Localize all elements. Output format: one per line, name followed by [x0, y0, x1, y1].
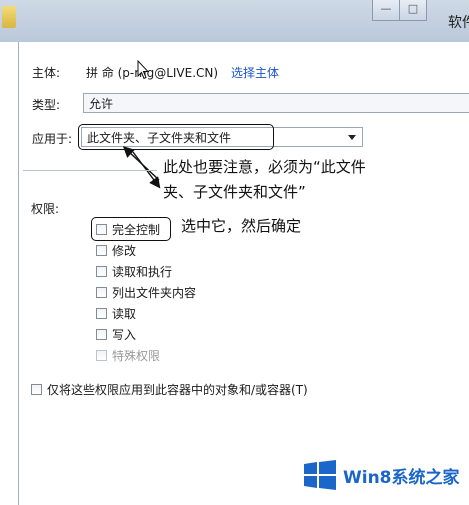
permission-label: 特殊权限 — [112, 348, 161, 363]
permissions-label: 权限: — [31, 202, 60, 216]
permission-special: 特殊权限 — [96, 346, 160, 364]
windows-logo-icon — [304, 460, 336, 490]
permission-read-execute[interactable]: 读取和执行 — [96, 262, 172, 280]
checkbox-icon[interactable] — [96, 328, 107, 340]
permission-label: 写入 — [112, 327, 137, 342]
applies-to-label: 应用于: — [32, 132, 73, 146]
maximize-button[interactable]: □ — [399, 0, 427, 21]
checkbox-icon[interactable] — [96, 307, 107, 319]
permission-label: 读取和执行 — [112, 264, 173, 279]
permission-list-folder[interactable]: 列出文件夹内容 — [96, 283, 196, 301]
checkbox-icon[interactable] — [96, 286, 107, 298]
checkbox-icon[interactable] — [31, 383, 42, 395]
principal-label: 主体: — [32, 66, 61, 80]
permission-read[interactable]: 读取 — [96, 304, 136, 322]
title-bar: — □ 软件 — [0, 0, 469, 42]
type-label: 类型: — [32, 98, 61, 112]
mouse-cursor-icon — [137, 60, 149, 80]
permission-write[interactable]: 写入 — [96, 325, 136, 343]
permission-modify[interactable]: 修改 — [96, 241, 136, 259]
section-divider — [23, 170, 157, 171]
window-title: 软件 — [448, 15, 469, 31]
full-control-highlight — [91, 217, 171, 241]
applies-to-note-line2: 夹、子文件夹和文件” — [163, 183, 306, 201]
permission-label: 列出文件夹内容 — [112, 285, 197, 300]
folder-icon — [2, 6, 16, 28]
apply-only-checkbox-row[interactable]: 仅将这些权限应用到此容器中的对象和/或容器(T) — [31, 380, 308, 398]
type-value: 允许 — [89, 97, 114, 111]
checkbox-icon[interactable] — [96, 244, 107, 256]
permission-entry-panel: 主体: 拼 命 (p-rng@LIVE.CN) 选择主体 类型: 允许 应用于:… — [18, 42, 469, 505]
type-combobox[interactable]: 允许 — [83, 93, 469, 113]
permission-label: 修改 — [112, 243, 137, 258]
watermark-text: Win8系统之家 — [343, 468, 460, 488]
checkbox-icon[interactable] — [96, 265, 107, 277]
minimize-button[interactable]: — — [372, 0, 400, 21]
permission-label: 读取 — [112, 306, 137, 321]
principal-value: 拼 命 (p-rng@LIVE.CN) — [86, 66, 219, 80]
apply-only-label: 仅将这些权限应用到此容器中的对象和/或容器(T) — [47, 382, 308, 397]
chevron-down-icon — [348, 135, 356, 140]
select-principal-link[interactable]: 选择主体 — [231, 64, 279, 81]
checkbox-icon — [96, 349, 107, 361]
select-note: 选中它，然后确定 — [181, 217, 302, 235]
applies-to-note-line1: 此处也要注意，必须为“此文件 — [163, 158, 366, 176]
